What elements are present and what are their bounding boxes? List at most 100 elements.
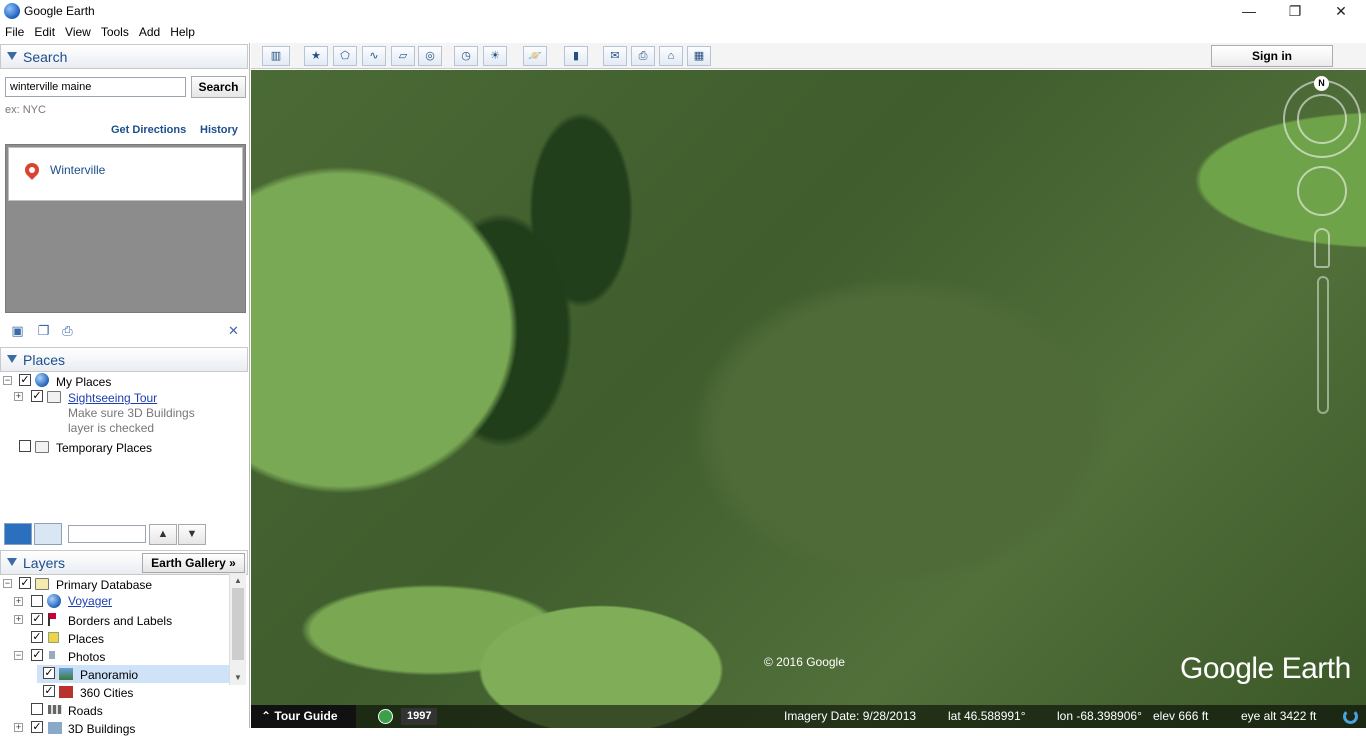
borders-checkbox[interactable]: ✓ bbox=[31, 613, 43, 625]
get-directions-link[interactable]: Get Directions bbox=[111, 124, 186, 136]
toggle-sidebar-icon[interactable]: ▥ bbox=[262, 46, 290, 66]
layer-label[interactable]: Panoramio bbox=[80, 668, 138, 682]
expand-toggle[interactable]: + bbox=[14, 615, 23, 624]
move-joystick-icon[interactable] bbox=[1297, 166, 1347, 216]
move-down-button[interactable]: ▼ bbox=[178, 524, 206, 545]
record-tour-icon[interactable]: ◎ bbox=[418, 46, 442, 66]
collapse-triangle-icon[interactable] bbox=[7, 52, 17, 60]
places-layer-checkbox[interactable]: ✓ bbox=[31, 631, 43, 643]
save-image-icon[interactable]: ▦ bbox=[687, 46, 711, 66]
layers-panel-header[interactable]: Layers Earth Gallery » bbox=[0, 550, 248, 575]
map-view[interactable] bbox=[251, 70, 1366, 728]
sign-in-button[interactable]: Sign in bbox=[1211, 45, 1333, 67]
layer-label[interactable]: 360 Cities bbox=[80, 686, 133, 700]
temporary-places-checkbox[interactable] bbox=[19, 440, 31, 452]
print-icon[interactable]: ⎙ bbox=[60, 324, 75, 337]
search-result-item[interactable]: Winterville bbox=[8, 147, 243, 201]
add-path-icon[interactable]: ∿ bbox=[362, 46, 386, 66]
search-hint: ex: NYC bbox=[5, 104, 46, 116]
flag-icon bbox=[48, 613, 56, 626]
add-polygon-icon[interactable]: ⬠ bbox=[333, 46, 357, 66]
my-places-label[interactable]: My Places bbox=[56, 375, 111, 389]
temporary-places-label[interactable]: Temporary Places bbox=[56, 441, 152, 455]
collapse-triangle-icon[interactable] bbox=[7, 558, 17, 566]
latitude-readout: lat 46.588991° bbox=[948, 709, 1026, 723]
layer-label[interactable]: Primary Database bbox=[56, 578, 152, 592]
switch-planet-icon[interactable]: 🪐 bbox=[523, 46, 547, 66]
north-indicator[interactable]: N bbox=[1314, 76, 1329, 91]
move-up-button[interactable]: ▲ bbox=[149, 524, 177, 545]
scroll-up-arrow-icon[interactable]: ▲ bbox=[230, 574, 246, 588]
clear-results-icon[interactable]: ✕ bbox=[226, 324, 241, 337]
roads-checkbox[interactable] bbox=[31, 703, 43, 715]
3d-buildings-checkbox[interactable]: ✓ bbox=[31, 721, 43, 733]
360-cities-checkbox[interactable]: ✓ bbox=[43, 685, 55, 697]
sunlight-icon[interactable]: ☀ bbox=[483, 46, 507, 66]
add-placemark-icon[interactable]: ★ bbox=[304, 46, 328, 66]
email-icon[interactable]: ✉ bbox=[603, 46, 627, 66]
layer-label[interactable]: Voyager bbox=[68, 594, 112, 608]
menu-tools[interactable]: Tools bbox=[96, 23, 134, 39]
photos-icon bbox=[49, 651, 55, 659]
sightseeing-tour-link[interactable]: Sightseeing Tour bbox=[68, 391, 157, 405]
expand-toggle[interactable]: + bbox=[14, 392, 23, 401]
sightseeing-note: layer is checked bbox=[68, 421, 155, 435]
menu-edit[interactable]: Edit bbox=[29, 23, 60, 39]
expand-toggle[interactable]: + bbox=[14, 597, 23, 606]
folder-icon bbox=[35, 441, 49, 453]
search-panel-header[interactable]: Search bbox=[0, 44, 248, 69]
menu-file[interactable]: File bbox=[0, 23, 29, 39]
search-places-button[interactable] bbox=[4, 523, 32, 545]
tour-guide-button[interactable]: ⌃ Tour Guide bbox=[251, 705, 356, 728]
expand-toggle[interactable]: − bbox=[14, 651, 23, 660]
google-earth-watermark: Google Earth bbox=[1180, 652, 1351, 685]
layers-scrollbar[interactable]: ▲ ▼ bbox=[229, 574, 246, 685]
save-to-places-icon[interactable]: ▣ bbox=[10, 324, 25, 337]
primary-database-checkbox[interactable]: ✓ bbox=[19, 577, 31, 589]
menu-help[interactable]: Help bbox=[165, 23, 200, 39]
add-image-overlay-icon[interactable]: ▱ bbox=[391, 46, 415, 66]
layer-label[interactable]: Roads bbox=[68, 704, 103, 718]
scrollbar-thumb[interactable] bbox=[232, 588, 244, 660]
search-button[interactable]: Search bbox=[191, 76, 246, 98]
imagery-year-badge[interactable]: 1997 bbox=[401, 708, 438, 725]
historical-imagery-icon[interactable]: ◷ bbox=[454, 46, 478, 66]
print-icon[interactable]: ⎙ bbox=[631, 46, 655, 66]
scroll-down-arrow-icon[interactable]: ▼ bbox=[230, 671, 246, 685]
places-search-field[interactable] bbox=[68, 525, 146, 543]
collapse-triangle-icon[interactable] bbox=[7, 355, 17, 363]
copy-icon[interactable]: ❐ bbox=[36, 324, 51, 337]
panoramio-checkbox[interactable]: ✓ bbox=[43, 667, 55, 679]
search-result-name[interactable]: Winterville bbox=[50, 163, 105, 177]
look-joystick-icon[interactable] bbox=[1297, 94, 1347, 144]
photos-checkbox[interactable]: ✓ bbox=[31, 649, 43, 661]
earth-gallery-button[interactable]: Earth Gallery » bbox=[142, 553, 245, 573]
menu-view[interactable]: View bbox=[60, 23, 96, 39]
imagery-date: Imagery Date: 9/28/2013 bbox=[784, 709, 917, 723]
history-link[interactable]: History bbox=[200, 124, 238, 136]
voyager-checkbox[interactable] bbox=[31, 595, 43, 607]
historical-imagery-clock-icon[interactable] bbox=[378, 709, 393, 724]
toggle-panel-button[interactable] bbox=[34, 523, 62, 545]
places-panel-header[interactable]: Places bbox=[0, 347, 248, 372]
layer-label[interactable]: Places bbox=[68, 632, 104, 646]
layer-label[interactable]: 3D Buildings bbox=[68, 722, 135, 736]
expand-toggle[interactable]: − bbox=[3, 579, 12, 588]
view-in-maps-icon[interactable]: ⌂ bbox=[659, 46, 683, 66]
menu-add[interactable]: Add bbox=[134, 23, 165, 39]
sightseeing-checkbox[interactable]: ✓ bbox=[31, 390, 43, 402]
maximize-button[interactable]: ❐ bbox=[1272, 0, 1318, 23]
places-layer-icon bbox=[48, 632, 59, 643]
my-places-checkbox[interactable]: ✓ bbox=[19, 374, 31, 386]
search-input[interactable]: winterville maine bbox=[5, 77, 186, 97]
close-window-button[interactable]: ✕ bbox=[1318, 0, 1364, 23]
search-results-toolbar: ▣ ❐ ⎙ ✕ bbox=[0, 319, 248, 343]
expand-toggle[interactable]: − bbox=[3, 376, 12, 385]
ruler-icon[interactable]: ▮ bbox=[564, 46, 588, 66]
street-view-pegman-icon[interactable] bbox=[1314, 228, 1330, 268]
layer-label[interactable]: Photos bbox=[68, 650, 105, 664]
layer-label[interactable]: Borders and Labels bbox=[68, 614, 172, 628]
minimize-button[interactable]: — bbox=[1226, 0, 1272, 23]
globe-icon bbox=[35, 373, 49, 387]
zoom-slider[interactable] bbox=[1317, 276, 1329, 414]
